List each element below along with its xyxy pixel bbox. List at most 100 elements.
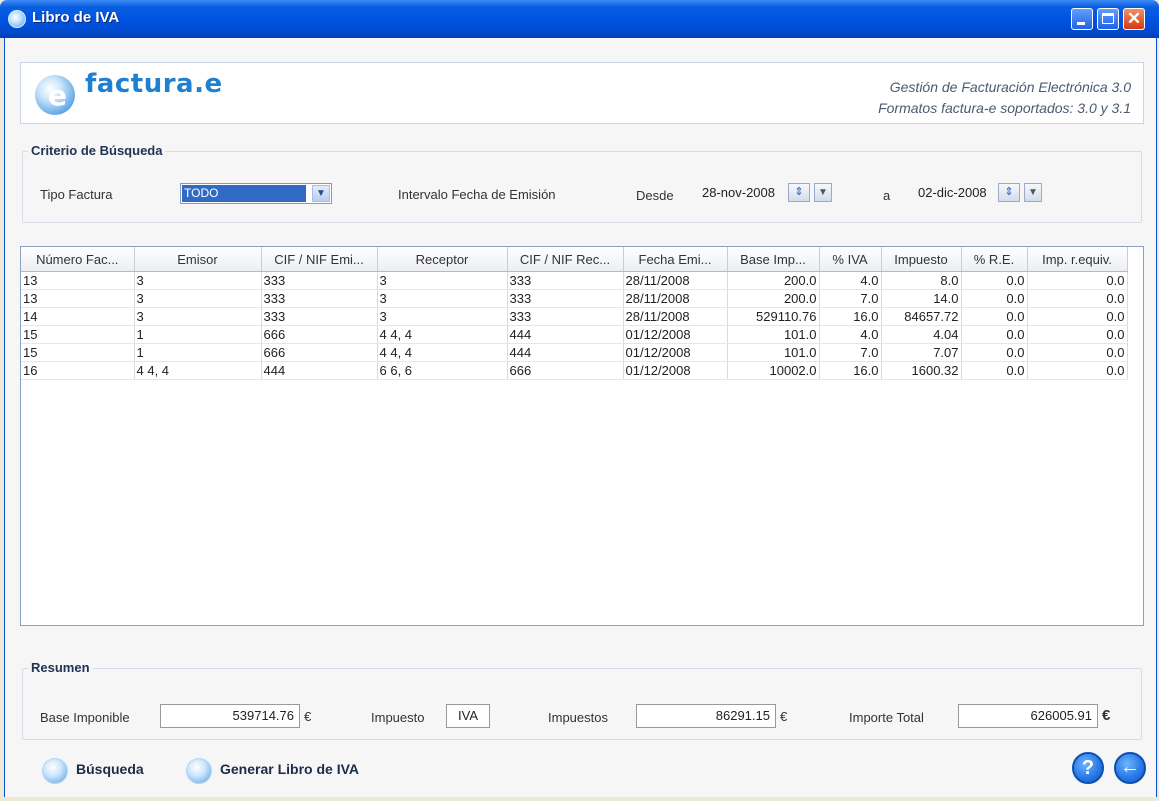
table-cell: 16.0 <box>819 307 882 326</box>
table-cell: 3 <box>134 307 262 326</box>
table-cell: 16 <box>21 361 135 380</box>
invoice-table[interactable]: Número Fac... Emisor CIF / NIF Emi... Recep… <box>21 247 1128 380</box>
table-cell: 0.0 <box>1027 325 1128 344</box>
table-cell: 3 <box>134 289 262 308</box>
table-cell: 14.0 <box>881 289 962 308</box>
help-icon[interactable]: ? <box>1072 752 1104 784</box>
column-header[interactable]: Fecha Emi... <box>623 247 728 272</box>
table-cell: 1600.32 <box>881 361 962 380</box>
table-cell: 7.0 <box>819 289 882 308</box>
table-cell: 8.0 <box>881 271 962 290</box>
table-cell: 7.07 <box>881 343 962 362</box>
table-cell: 01/12/2008 <box>623 343 728 362</box>
maximize-button[interactable] <box>1097 8 1119 30</box>
maximize-icon <box>1102 13 1114 24</box>
intervalo-fecha-label: Intervalo Fecha de Emisión <box>398 187 556 202</box>
table-header-row: Número Fac... Emisor CIF / NIF Emi... Recep… <box>21 247 1128 272</box>
column-header[interactable]: CIF / NIF Emi... <box>261 247 378 272</box>
table-body: 13 3 333 3 333 28/11/2008 200.0 4.0 8.0 0.0 0.0 13 3… <box>21 271 1128 380</box>
base-imponible-field: 539714.76 <box>160 704 300 728</box>
euro-symbol-2: € <box>780 709 788 724</box>
column-header[interactable]: CIF / NIF Rec... <box>507 247 624 272</box>
table-cell: 333 <box>261 289 378 308</box>
search-criteria-title: Criterio de Búsqueda <box>28 143 166 158</box>
table-cell: 101.0 <box>727 325 820 344</box>
table-cell: 16.0 <box>819 361 882 380</box>
column-header[interactable]: Base Imp... <box>727 247 820 272</box>
table-cell: 0.0 <box>961 361 1028 380</box>
table-cell: 01/12/2008 <box>623 361 728 380</box>
column-header[interactable]: Imp. r.equiv. <box>1027 247 1128 272</box>
table-cell: 13 <box>21 271 135 290</box>
table-cell: 529110.76 <box>727 307 820 326</box>
table-row[interactable]: 15 1 666 4 4, 4 444 01/12/2008 101.0 4.0 4.04 0.0… <box>21 325 1128 344</box>
table-cell: 200.0 <box>727 289 820 308</box>
table-cell: 28/11/2008 <box>623 307 728 326</box>
table-cell: 0.0 <box>1027 289 1128 308</box>
banner-subtitle-1: Gestión de Facturación Electrónica 3.0 <box>889 79 1131 95</box>
table-cell: 444 <box>507 325 624 344</box>
desde-dropdown-icon[interactable]: ▼ <box>814 183 832 202</box>
table-cell: 14 <box>21 307 135 326</box>
desde-spinner-icon[interactable]: ⇕ <box>788 183 810 202</box>
table-cell: 1 <box>134 325 262 344</box>
desde-date-field[interactable]: 28-nov-2008 ⇕ ▼ <box>702 183 842 204</box>
logo-text-e: e <box>204 69 223 99</box>
table-cell: 101.0 <box>727 343 820 362</box>
column-header[interactable]: Emisor <box>134 247 262 272</box>
busqueda-button[interactable]: Búsqueda <box>42 756 172 784</box>
column-header[interactable]: % R.E. <box>961 247 1028 272</box>
window-title: Libro de IVA <box>32 9 120 26</box>
logo-wordmark: factura.e <box>85 69 223 99</box>
table-row[interactable]: 15 1 666 4 4, 4 444 01/12/2008 101.0 7.0 7.07 0.0… <box>21 343 1128 362</box>
table-row[interactable]: 13 3 333 3 333 28/11/2008 200.0 7.0 14.0 0.0 0.0 <box>21 289 1128 308</box>
table-cell: 333 <box>261 271 378 290</box>
table-cell: 0.0 <box>961 271 1028 290</box>
euro-symbol-3: € <box>1102 707 1111 724</box>
table-cell: 0.0 <box>961 343 1028 362</box>
table-cell: 3 <box>377 307 508 326</box>
table-cell: 7.0 <box>819 343 882 362</box>
busqueda-label: Búsqueda <box>76 761 144 777</box>
table-row[interactable]: 14 3 333 3 333 28/11/2008 529110.76 16.0 84657.7… <box>21 307 1128 326</box>
table-cell: 444 <box>261 361 378 380</box>
hasta-dropdown-icon[interactable]: ▼ <box>1024 183 1042 202</box>
table-row[interactable]: 16 4 4, 4 444 6 6, 6 666 01/12/2008 10002.0 16.… <box>21 361 1128 380</box>
table-cell: 200.0 <box>727 271 820 290</box>
euro-symbol-1: € <box>304 709 312 724</box>
resumen-title: Resumen <box>28 660 93 675</box>
table-cell: 0.0 <box>1027 343 1128 362</box>
table-cell: 4.0 <box>819 325 882 344</box>
window-title-bar[interactable]: Libro de IVA ✕ <box>0 0 1159 38</box>
table-cell: 666 <box>261 325 378 344</box>
table-cell: 28/11/2008 <box>623 271 728 290</box>
impuesto-field: IVA <box>446 704 490 728</box>
tipo-factura-select[interactable]: TODO ▼ <box>180 183 332 204</box>
table-cell: 666 <box>507 361 624 380</box>
generar-libro-button[interactable]: Generar Libro de IVA <box>186 756 406 784</box>
minimize-icon <box>1077 22 1085 25</box>
table-cell: 0.0 <box>1027 307 1128 326</box>
back-arrow-icon[interactable]: ← <box>1114 752 1146 784</box>
table-cell: 0.0 <box>961 289 1028 308</box>
column-header[interactable]: Receptor <box>377 247 508 272</box>
table-cell: 4 4, 4 <box>377 325 508 344</box>
impuestos-label: Impuestos <box>548 710 608 725</box>
table-cell: 15 <box>21 343 135 362</box>
tipo-factura-label: Tipo Factura <box>40 187 113 202</box>
close-icon: ✕ <box>1126 9 1142 28</box>
table-cell: 0.0 <box>961 325 1028 344</box>
table-cell: 333 <box>261 307 378 326</box>
table-row[interactable]: 13 3 333 3 333 28/11/2008 200.0 4.0 8.0 0.0 0.0 <box>21 271 1128 290</box>
header-banner: e factura.e Gestión de Facturación Elect… <box>20 62 1144 124</box>
chevron-down-icon[interactable]: ▼ <box>312 185 330 202</box>
column-header[interactable]: % IVA <box>819 247 882 272</box>
desde-label: Desde <box>636 188 674 203</box>
minimize-button[interactable] <box>1071 8 1093 30</box>
close-button[interactable]: ✕ <box>1123 8 1145 30</box>
hasta-spinner-icon[interactable]: ⇕ <box>998 183 1020 202</box>
column-header[interactable]: Número Fac... <box>21 247 135 272</box>
results-table[interactable]: Número Fac... Emisor CIF / NIF Emi... Recep… <box>20 246 1144 626</box>
column-header[interactable]: Impuesto <box>881 247 962 272</box>
hasta-date-field[interactable]: 02-dic-2008 ⇕ ▼ <box>918 183 1048 204</box>
